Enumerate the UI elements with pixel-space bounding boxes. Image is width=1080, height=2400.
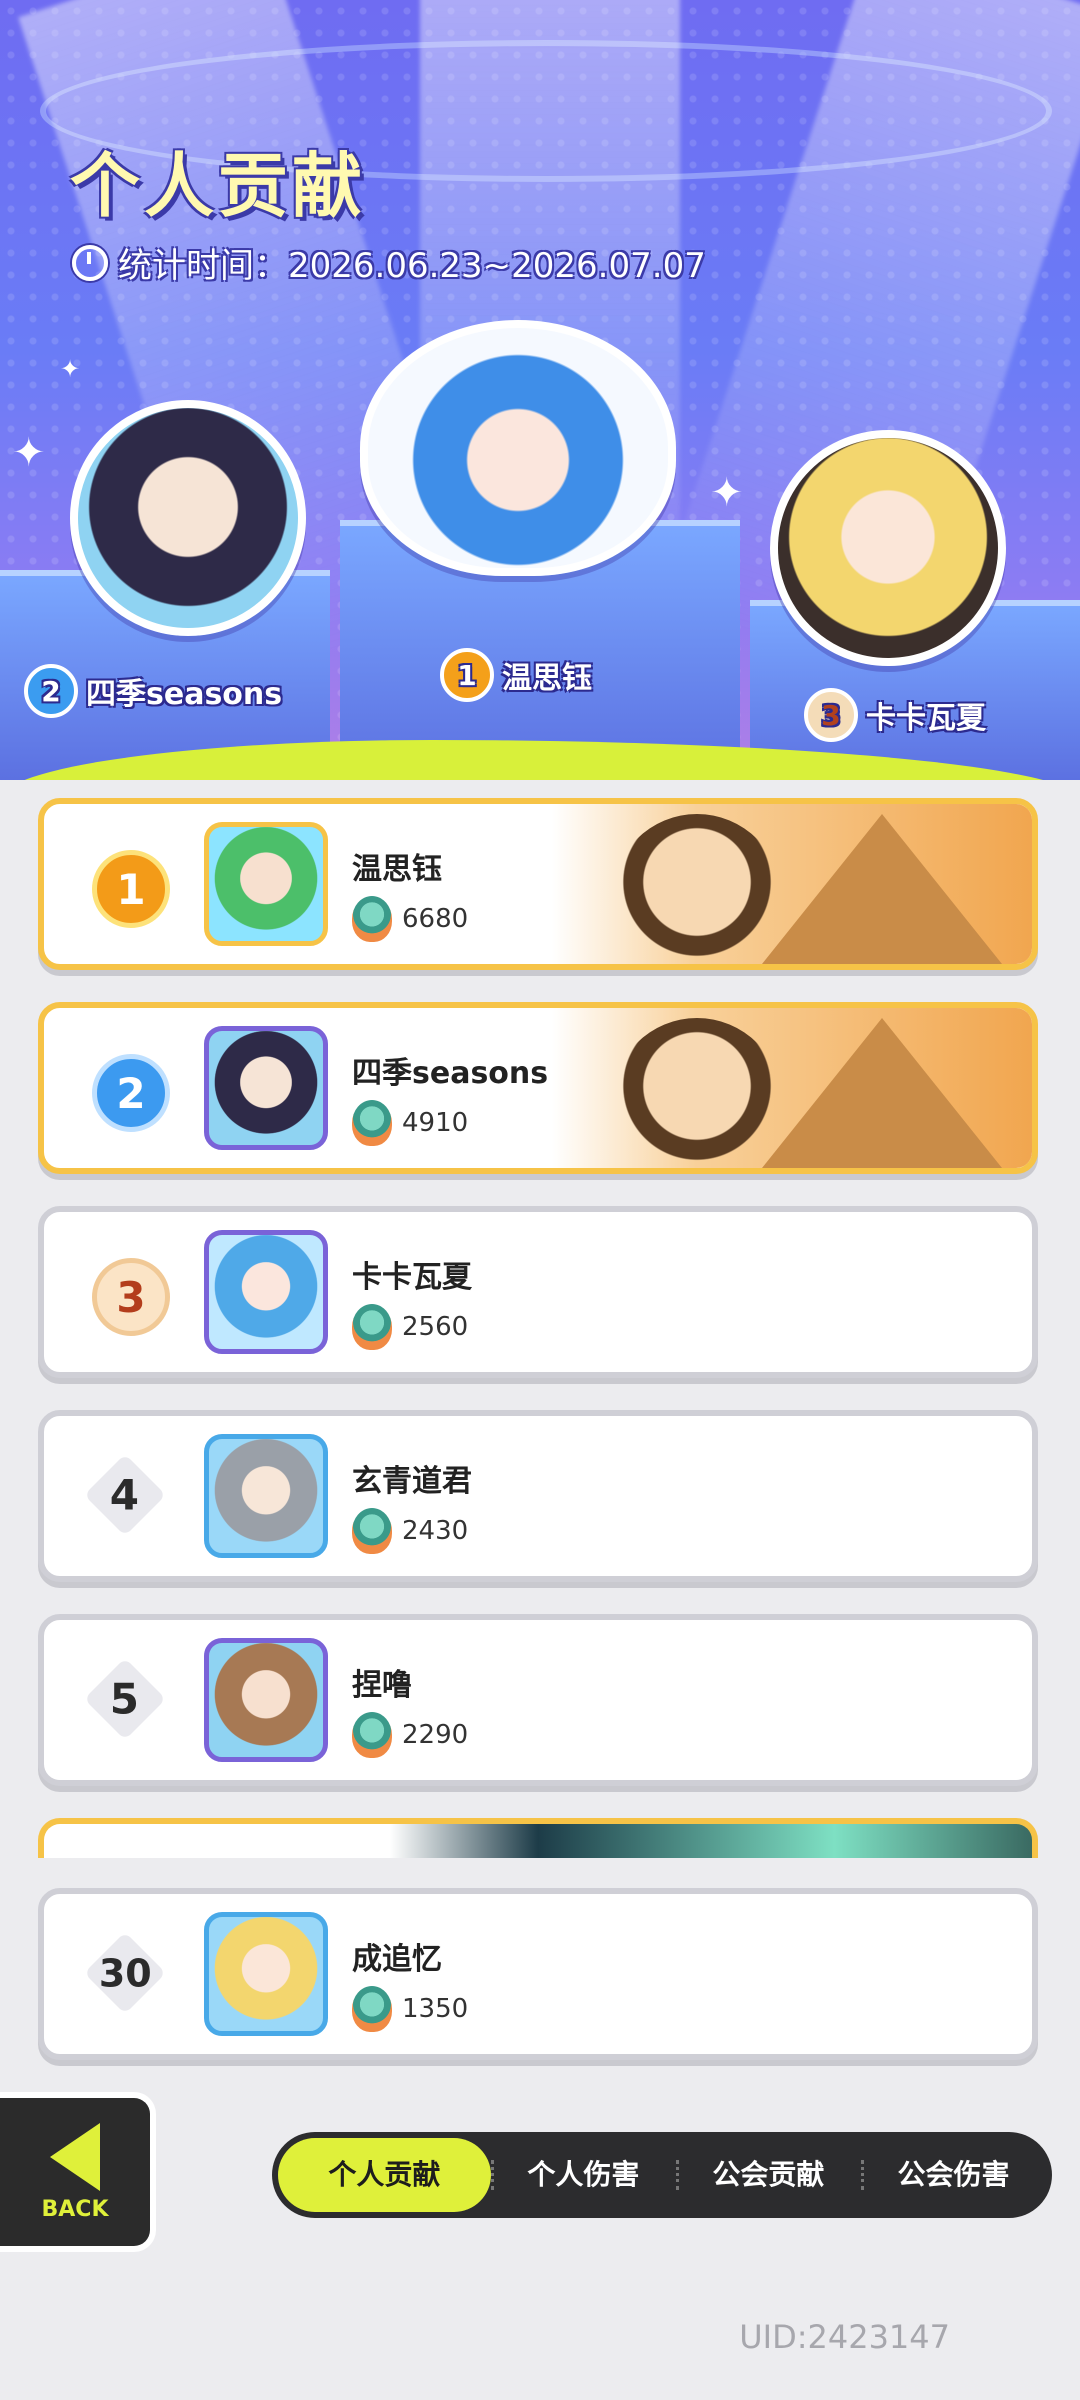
score-value: 2430 [402, 1516, 469, 1546]
contribution-gem-icon [352, 896, 392, 942]
rank-number: 4 [83, 1453, 167, 1537]
podium-avatar-2[interactable] [70, 400, 306, 636]
rank-medal-icon: 2 [24, 664, 78, 718]
back-button[interactable]: BACK [0, 2092, 156, 2252]
leaderboard-row[interactable]: 1 温思钰 6680 [38, 798, 1038, 970]
leaderboard-row-partial [38, 1818, 1038, 1858]
back-arrow-icon [50, 2122, 100, 2191]
score-value: 4910 [402, 1108, 469, 1138]
sparkle-icon: ✦ [710, 470, 744, 516]
avatar[interactable] [204, 822, 328, 946]
rank-medal-icon: 1 [440, 648, 494, 702]
contribution-gem-icon [352, 1304, 392, 1350]
page-title: 个人贡献 [70, 145, 366, 227]
rank-medal-icon: 2 [92, 1054, 170, 1132]
rank-number-text: 5 [110, 1674, 140, 1724]
podium-header: 个人贡献 统计时间：2026.06.23~2026.07.07 ✦ ✦ ✦ ✦ … [0, 0, 1080, 780]
player-name: 捏噜 [352, 1668, 412, 1703]
podium-label-2: 2 四季seasons [24, 664, 282, 718]
score-row: 2290 [352, 1712, 468, 1758]
tab-guild-damage[interactable]: 公会伤害 [860, 2138, 1046, 2212]
sparkle-icon: ✦ [60, 355, 81, 383]
contribution-gem-icon [352, 1712, 392, 1758]
avatar[interactable] [204, 1230, 328, 1354]
player-name: 卡卡瓦夏 [352, 1260, 472, 1295]
leaderboard-row[interactable]: 4 玄青道君 2430 [38, 1410, 1038, 1582]
podium-avatar-1[interactable] [360, 320, 676, 576]
player-name: 成追忆 [352, 1942, 442, 1977]
rank-medal-icon: 3 [804, 688, 858, 742]
rank-number-text: 4 [110, 1470, 140, 1520]
self-rank-row[interactable]: 30 成追忆 1350 [38, 1888, 1038, 2060]
leaderboard-row[interactable]: 5 捏噜 2290 [38, 1614, 1038, 1786]
score-row: 2560 [352, 1304, 468, 1350]
contribution-gem-icon [352, 1508, 392, 1554]
contribution-gem-icon [352, 1100, 392, 1146]
score-row: 2430 [352, 1508, 468, 1554]
rank-background-art [552, 1008, 1032, 1168]
contribution-gem-icon [352, 1986, 392, 2032]
rank-medal-icon: 1 [92, 850, 170, 928]
score-row: 6680 [352, 896, 468, 942]
rank-medal-icon: 3 [92, 1258, 170, 1336]
stat-period: 统计时间：2026.06.23~2026.07.07 [72, 238, 706, 287]
clock-icon [72, 244, 108, 281]
avatar[interactable] [204, 1026, 328, 1150]
avatar[interactable] [204, 1434, 328, 1558]
rank-number-text: 30 [98, 1950, 152, 1995]
avatar[interactable] [204, 1912, 328, 2036]
score-value: 2290 [402, 1720, 469, 1750]
user-id: UID:2423147 [739, 2318, 950, 2356]
sparkle-icon: ✦ [12, 430, 46, 476]
score-value: 2560 [402, 1312, 469, 1342]
player-name: 四季seasons [352, 1056, 549, 1091]
podium-name: 温思钰 [502, 661, 592, 696]
rank-background-art [552, 804, 1032, 964]
podium-name: 四季seasons [86, 677, 283, 712]
rank-number: 30 [83, 1931, 167, 2015]
score-row: 1350 [352, 1986, 468, 2032]
podium-avatar-3[interactable] [770, 430, 1006, 666]
player-name: 玄青道君 [352, 1464, 472, 1499]
tab-guild-contribution[interactable]: 公会贡献 [675, 2138, 861, 2212]
rank-type-tabs: 个人贡献 个人伤害 公会贡献 公会伤害 [272, 2132, 1052, 2218]
tab-personal-damage[interactable]: 个人伤害 [490, 2138, 676, 2212]
leaderboard-row[interactable]: 2 四季seasons 4910 [38, 1002, 1038, 1174]
podium-name: 卡卡瓦夏 [866, 701, 986, 736]
podium-label-1: 1 温思钰 [440, 648, 592, 702]
score-value: 1350 [402, 1994, 469, 2024]
leaderboard-row[interactable]: 3 卡卡瓦夏 2560 [38, 1206, 1038, 1378]
stat-period-text: 统计时间：2026.06.23~2026.07.07 [118, 246, 706, 286]
avatar[interactable] [204, 1638, 328, 1762]
tab-personal-contribution[interactable]: 个人贡献 [278, 2138, 491, 2212]
score-row: 4910 [352, 1100, 468, 1146]
podium-label-3: 3 卡卡瓦夏 [804, 688, 986, 742]
score-value: 6680 [402, 904, 469, 934]
player-name: 温思钰 [352, 852, 442, 887]
back-label: BACK [41, 2196, 109, 2222]
rank-number: 5 [83, 1657, 167, 1741]
